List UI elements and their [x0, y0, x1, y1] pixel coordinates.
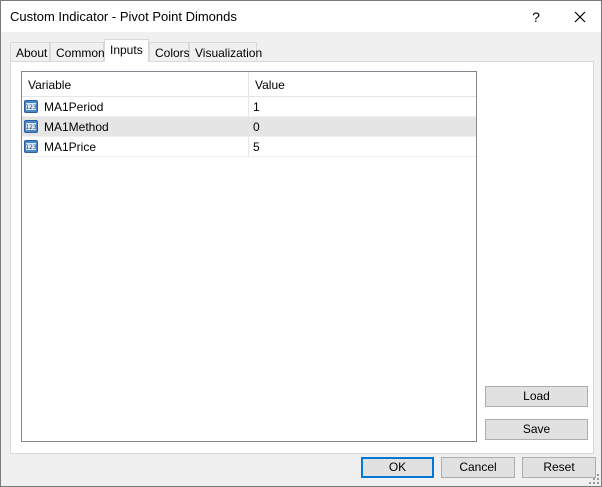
- variable-cell[interactable]: 123 MA1Price: [22, 137, 249, 157]
- integer-type-icon: 123: [24, 140, 38, 153]
- variable-name: MA1Price: [44, 140, 97, 154]
- tab-inputs[interactable]: Inputs: [104, 39, 149, 62]
- variable-cell[interactable]: 123 MA1Method: [22, 117, 249, 137]
- load-button[interactable]: Load: [485, 386, 588, 407]
- variable-cell[interactable]: 123 MA1Period: [22, 97, 249, 117]
- tab-colors[interactable]: Colors: [149, 42, 190, 61]
- integer-type-icon: 123: [24, 120, 38, 133]
- variable-name: MA1Method: [44, 120, 109, 134]
- ok-button[interactable]: OK: [361, 457, 434, 478]
- svg-text:123: 123: [25, 144, 37, 151]
- grid-header: Variable Value: [22, 72, 476, 97]
- column-header-value[interactable]: Value: [249, 72, 476, 96]
- save-button[interactable]: Save: [485, 419, 588, 440]
- tab-visualization[interactable]: Visualization: [189, 42, 262, 61]
- inputs-grid[interactable]: Variable Value 123 MA1Period 1 123 MA1Me…: [21, 71, 477, 442]
- integer-type-icon: 123: [24, 100, 38, 113]
- table-row[interactable]: 123 MA1Price 5: [22, 137, 476, 157]
- window-title: Custom Indicator - Pivot Point Dimonds: [10, 9, 237, 24]
- tab-about[interactable]: About: [10, 42, 50, 61]
- cancel-button[interactable]: Cancel: [441, 457, 515, 478]
- resize-grip-icon[interactable]: [589, 474, 599, 484]
- close-button[interactable]: [557, 1, 602, 32]
- value-cell[interactable]: 5: [249, 137, 476, 157]
- column-header-variable[interactable]: Variable: [22, 72, 249, 96]
- custom-indicator-dialog: Custom Indicator - Pivot Point Dimonds ?…: [0, 0, 602, 487]
- value-cell[interactable]: 0: [249, 117, 476, 137]
- close-icon: [574, 11, 586, 22]
- variable-name: MA1Period: [44, 100, 104, 114]
- tab-common[interactable]: Common: [50, 42, 105, 61]
- title-bar[interactable]: Custom Indicator - Pivot Point Dimonds ?: [1, 1, 601, 32]
- help-icon: ?: [532, 8, 540, 25]
- reset-button[interactable]: Reset: [522, 457, 596, 478]
- svg-text:123: 123: [25, 104, 37, 111]
- help-button[interactable]: ?: [513, 1, 559, 32]
- table-row[interactable]: 123 MA1Method 0: [22, 117, 476, 137]
- table-row[interactable]: 123 MA1Period 1: [22, 97, 476, 117]
- svg-text:123: 123: [25, 124, 37, 131]
- value-cell[interactable]: 1: [249, 97, 476, 117]
